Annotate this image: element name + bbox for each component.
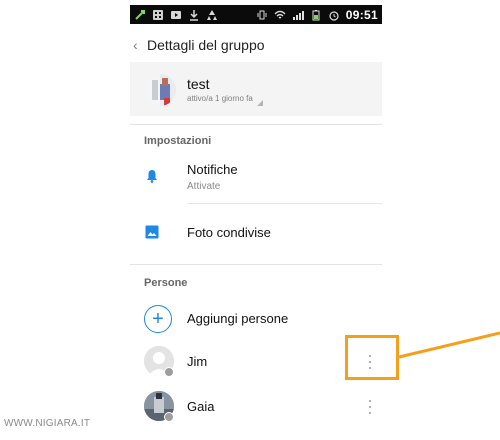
image-icon [145, 225, 159, 239]
notifications-row[interactable]: Notifiche Attivate [130, 152, 382, 202]
group-avatar [144, 74, 176, 106]
notifications-label: Notifiche [187, 162, 238, 177]
bbm-icon [152, 9, 164, 21]
back-chevron-icon[interactable]: ‹ [133, 37, 143, 53]
watermark: WWW.NIGIARA.IT [4, 418, 91, 429]
settings-section-label: Impostazioni [144, 135, 212, 147]
notifications-status: Attivate [187, 181, 221, 192]
wifi-icon [274, 9, 286, 21]
messenger-badge-icon [164, 367, 174, 377]
group-card[interactable]: test attivo/a 1 giorno fa [130, 62, 382, 116]
shared-photos-row[interactable]: Foto condivise [130, 210, 382, 254]
group-status: attivo/a 1 giorno fa [187, 94, 253, 103]
plus-glyph: + [152, 308, 164, 330]
recycle-icon [206, 9, 218, 21]
bell-icon [147, 170, 157, 183]
status-clock: 09:51 [345, 7, 378, 22]
download-icon [188, 9, 200, 21]
add-person-plus-icon: + [144, 305, 172, 333]
messenger-badge-icon [164, 412, 174, 422]
youtube-icon [170, 9, 182, 21]
highlight-box [345, 335, 399, 380]
status-bar: 09:51 [130, 5, 382, 24]
section-divider [130, 124, 382, 125]
app-header: ‹ Dettagli del gruppo [130, 32, 382, 58]
member-name: Jim [187, 354, 208, 369]
vibrate-icon [256, 9, 268, 21]
battery-icon [310, 9, 322, 21]
page-title: Dettagli del gruppo [147, 37, 265, 53]
member-name: Gaia [187, 399, 215, 414]
add-people-row[interactable]: + Aggiungi persone [130, 302, 382, 336]
more-options-icon[interactable] [365, 400, 375, 414]
alarm-icon [328, 9, 340, 21]
person-row-gaia[interactable]: Gaia [130, 388, 382, 424]
section-divider [130, 264, 382, 265]
row-divider [187, 203, 382, 204]
corner-triangle-icon [257, 100, 263, 106]
people-section-label: Persone [144, 277, 188, 289]
group-name: test [187, 76, 210, 92]
add-people-label: Aggiungi persone [187, 311, 289, 326]
shared-photos-label: Foto condivise [187, 225, 271, 240]
signal-icon [292, 9, 304, 21]
usb-icon [134, 9, 146, 21]
